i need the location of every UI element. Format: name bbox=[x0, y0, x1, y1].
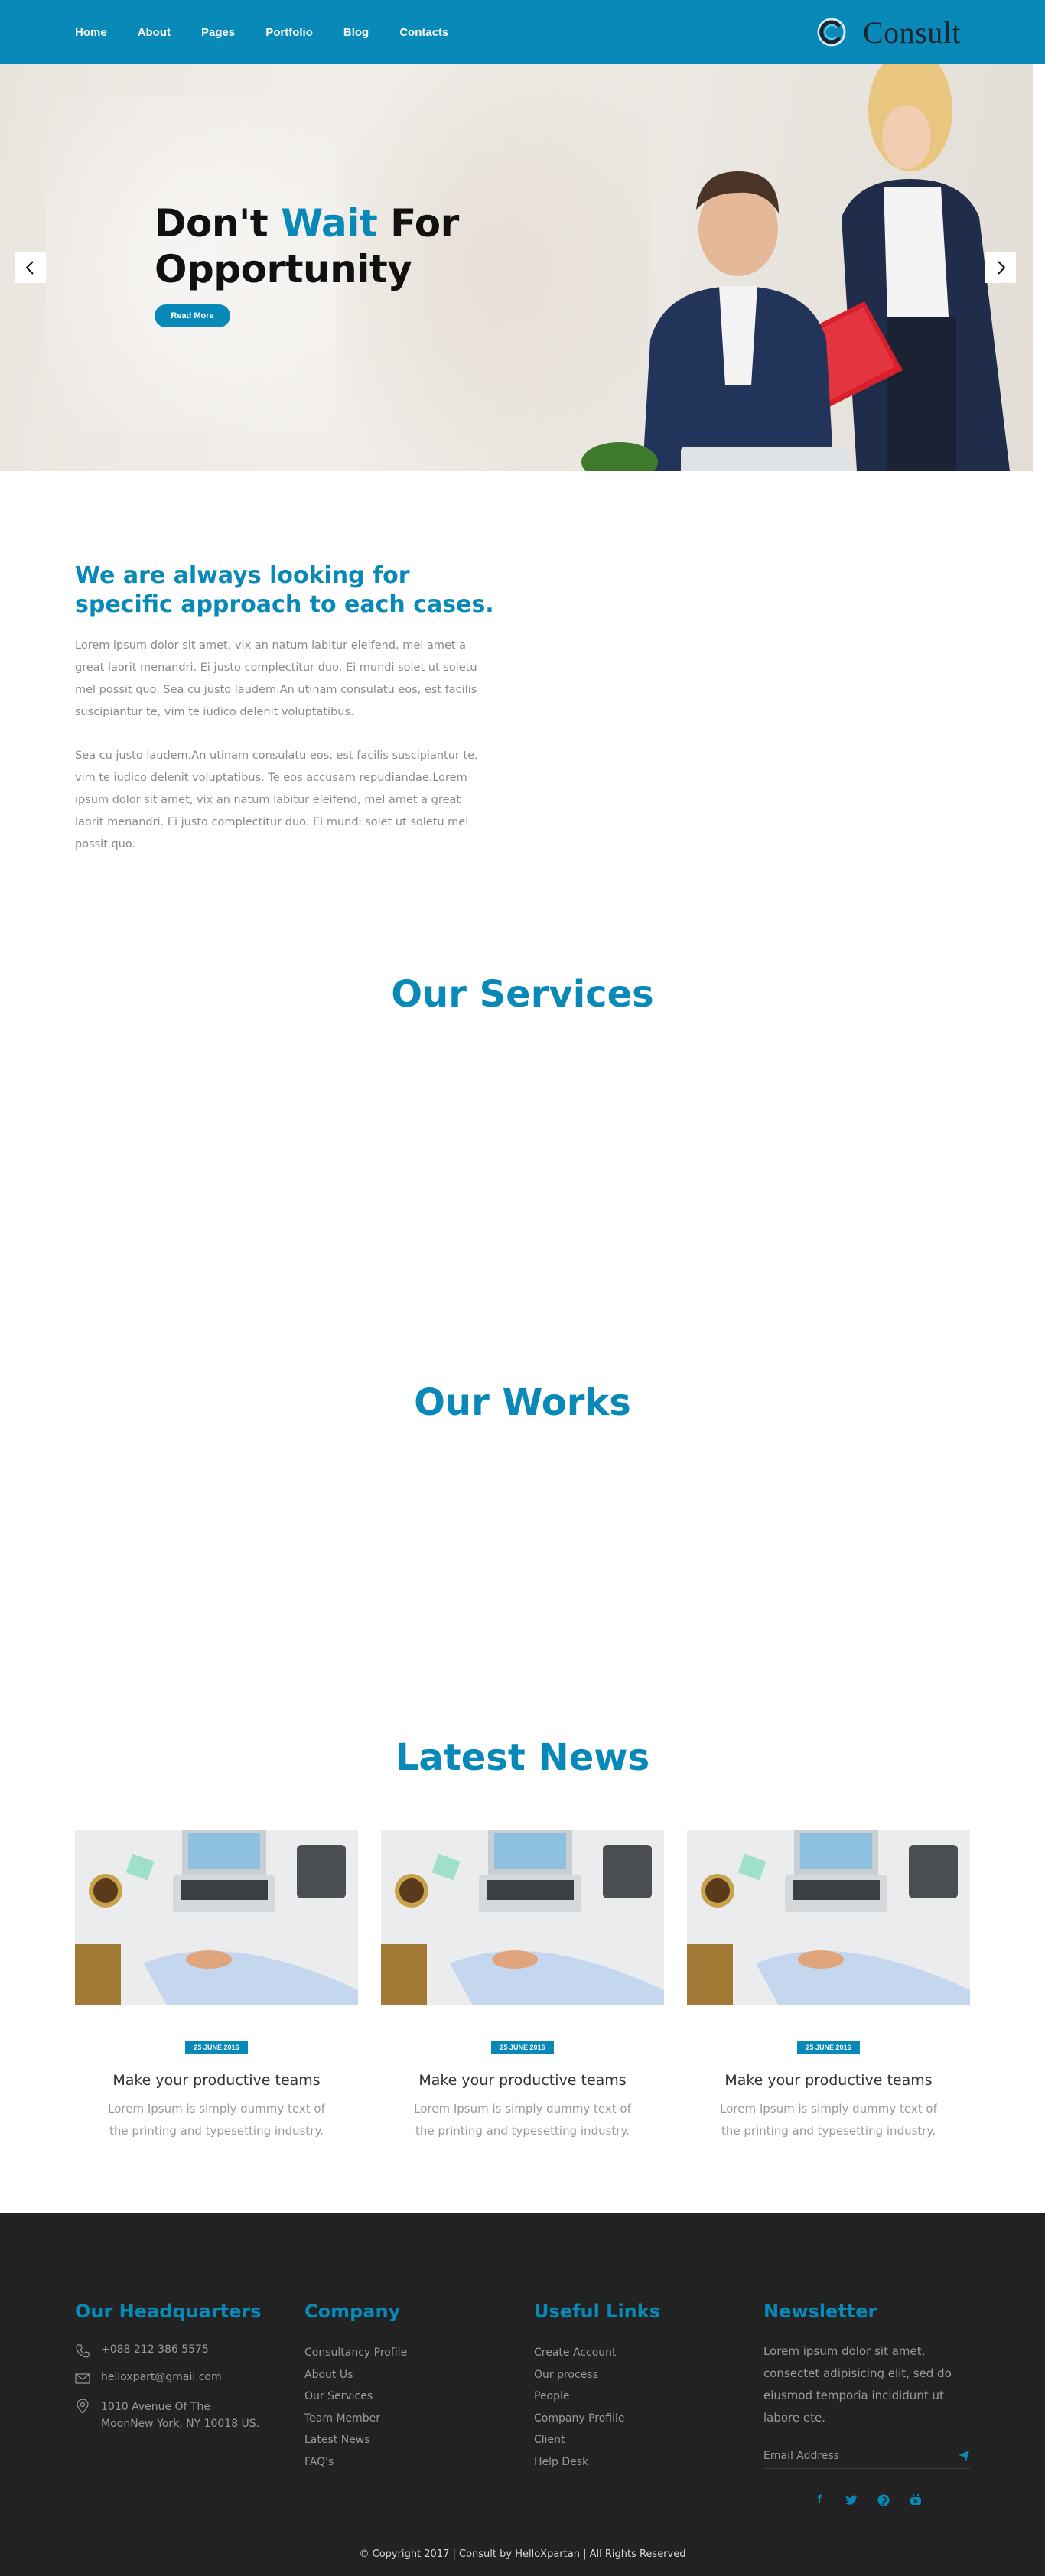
company-links: Consultancy Profile About Us Our Service… bbox=[304, 2342, 488, 2473]
footer-company: Company Consultancy Profile About Us Our… bbox=[304, 2301, 488, 2473]
send-icon[interactable] bbox=[958, 2450, 970, 2462]
nav-portfolio[interactable]: Portfolio bbox=[265, 26, 313, 39]
news-card[interactable]: 25 JUNE 2016 Make your productive teams … bbox=[687, 1830, 970, 2142]
site-logo[interactable]: Consult bbox=[815, 14, 961, 50]
pinterest-icon[interactable] bbox=[875, 2492, 892, 2509]
footer-useful-links: Useful Links Create Account Our process … bbox=[534, 2301, 718, 2473]
useful-link[interactable]: Create Account bbox=[534, 2342, 718, 2364]
news-card[interactable]: 25 JUNE 2016 Make your productive teams … bbox=[75, 1830, 358, 2142]
hero-title-line2: Opportunity bbox=[155, 247, 412, 291]
news-heading: Latest News bbox=[395, 1736, 650, 1779]
news-date-badge: 25 JUNE 2016 bbox=[797, 2041, 860, 2054]
news-title[interactable]: Make your productive teams bbox=[75, 2072, 358, 2089]
facebook-icon[interactable]: f bbox=[811, 2492, 828, 2509]
about-paragraph-2: Sea cu justo laudem.An utinam consulatu … bbox=[75, 750, 478, 851]
phone-icon bbox=[76, 2344, 90, 2358]
works-heading: Our Works bbox=[414, 1381, 631, 1424]
news-title[interactable]: Make your productive teams bbox=[381, 2072, 664, 2089]
chevron-right-icon bbox=[998, 261, 1006, 275]
hq-email-text[interactable]: helloxpart@gmail.com bbox=[101, 2371, 222, 2386]
about-heading: We are always looking for specific appro… bbox=[75, 562, 494, 618]
read-more-button[interactable]: Read More bbox=[155, 304, 230, 327]
twitter-icon[interactable] bbox=[843, 2492, 860, 2509]
newsletter-heading: Newsletter bbox=[763, 2301, 877, 2322]
useful-links-heading: Useful Links bbox=[534, 2301, 661, 2322]
mail-icon bbox=[75, 2373, 90, 2384]
hero-title-accent: Wait bbox=[281, 201, 378, 246]
news-excerpt: Lorem Ipsum is simply dummy text of the … bbox=[108, 2102, 325, 2138]
news-date-badge: 25 JUNE 2016 bbox=[185, 2041, 248, 2054]
newsletter-text: Lorem ipsum dolor sit amet, consectet ad… bbox=[763, 2344, 952, 2425]
hero-headline: Don't Wait For Opportunity bbox=[155, 200, 459, 292]
social-links: f bbox=[811, 2492, 985, 2509]
company-link[interactable]: About Us bbox=[304, 2364, 488, 2386]
hero-people-image bbox=[581, 64, 1010, 471]
nav-blog[interactable]: Blog bbox=[343, 26, 369, 39]
company-link[interactable]: FAQ's bbox=[304, 2451, 488, 2474]
company-link[interactable]: Consultancy Profile bbox=[304, 2342, 488, 2364]
useful-link[interactable]: Help Desk bbox=[534, 2451, 718, 2474]
news-date-badge: 25 JUNE 2016 bbox=[491, 2041, 554, 2054]
main-nav: Home About Pages Portfolio Blog Contacts bbox=[75, 0, 479, 64]
consult-logo-icon bbox=[815, 16, 848, 48]
news-image[interactable] bbox=[687, 1830, 970, 2005]
slider-prev-button[interactable] bbox=[15, 252, 46, 283]
hq-phone-text: +088 212 386 5575 bbox=[101, 2343, 209, 2356]
hq-address-text: 1010 Avenue Of The MoonNew York, NY 1001… bbox=[101, 2401, 260, 2430]
logo-text: Consult bbox=[863, 15, 961, 50]
footer-newsletter: Newsletter Lorem ipsum dolor sit amet, c… bbox=[763, 2301, 985, 2509]
hq-address: 1010 Avenue Of The MoonNew York, NY 1001… bbox=[75, 2399, 274, 2432]
nav-about[interactable]: About bbox=[138, 26, 171, 39]
hq-phone: +088 212 386 5575 bbox=[75, 2343, 274, 2359]
nav-contacts[interactable]: Contacts bbox=[399, 26, 448, 39]
news-card[interactable]: 25 JUNE 2016 Make your productive teams … bbox=[381, 1830, 664, 2142]
useful-link[interactable]: People bbox=[534, 2386, 718, 2408]
site-footer: Our Headquarters +088 212 386 5575 hello… bbox=[0, 2213, 1045, 2576]
chevron-left-icon bbox=[25, 261, 34, 275]
newsletter-email-input[interactable] bbox=[763, 2449, 932, 2462]
copyright-text: © Copyright 2017 | Consult by HelloXpart… bbox=[359, 2548, 686, 2560]
news-image[interactable] bbox=[75, 1830, 358, 2005]
company-link[interactable]: Latest News bbox=[304, 2429, 488, 2451]
services-heading: Our Services bbox=[391, 973, 654, 1016]
top-navigation-bar: Home About Pages Portfolio Blog Contacts… bbox=[0, 0, 1045, 64]
headquarters-heading: Our Headquarters bbox=[75, 2301, 262, 2322]
youtube-icon[interactable] bbox=[907, 2492, 924, 2509]
news-excerpt: Lorem Ipsum is simply dummy text of the … bbox=[720, 2102, 937, 2138]
newsletter-form bbox=[763, 2443, 970, 2469]
useful-link[interactable]: Company Profiile bbox=[534, 2408, 718, 2430]
useful-links: Create Account Our process People Compan… bbox=[534, 2342, 718, 2473]
news-excerpt: Lorem Ipsum is simply dummy text of the … bbox=[414, 2102, 631, 2138]
slider-next-button[interactable] bbox=[985, 252, 1016, 283]
company-link[interactable]: Our Services bbox=[304, 2386, 488, 2408]
hq-email: helloxpart@gmail.com bbox=[75, 2371, 274, 2386]
about-paragraph-1: Lorem ipsum dolor sit amet, vix an natum… bbox=[75, 639, 477, 718]
news-image[interactable] bbox=[381, 1830, 664, 2005]
hero-slider: Don't Wait For Opportunity Read More bbox=[0, 64, 1033, 471]
location-pin-icon bbox=[77, 2399, 89, 2414]
nav-home[interactable]: Home bbox=[75, 26, 107, 39]
company-heading: Company bbox=[304, 2301, 401, 2322]
useful-link[interactable]: Our process bbox=[534, 2364, 718, 2386]
news-title[interactable]: Make your productive teams bbox=[687, 2072, 970, 2089]
hero-title-part2: For bbox=[377, 201, 459, 246]
nav-pages[interactable]: Pages bbox=[201, 26, 235, 39]
company-link[interactable]: Team Member bbox=[304, 2408, 488, 2430]
hero-title-part1: Don't bbox=[155, 201, 282, 246]
useful-link[interactable]: Client bbox=[534, 2429, 718, 2451]
footer-headquarters: Our Headquarters +088 212 386 5575 hello… bbox=[75, 2301, 274, 2432]
